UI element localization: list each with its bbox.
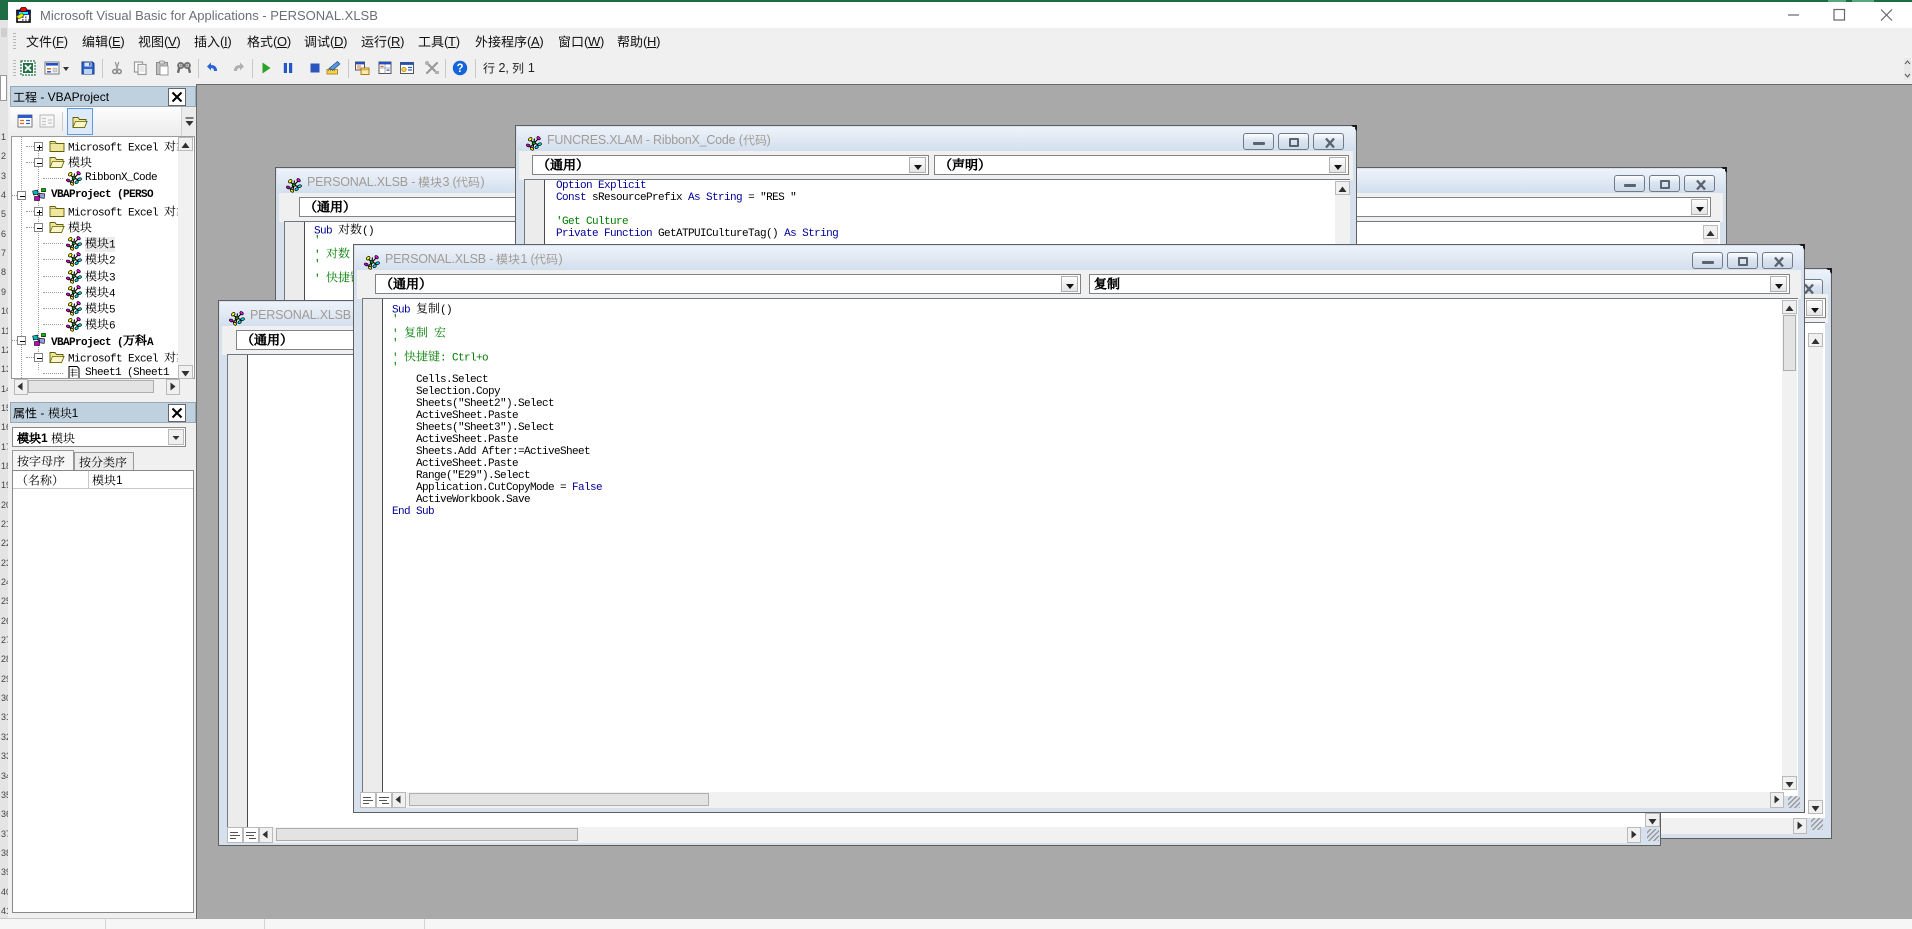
- svg-text:?: ?: [456, 63, 463, 75]
